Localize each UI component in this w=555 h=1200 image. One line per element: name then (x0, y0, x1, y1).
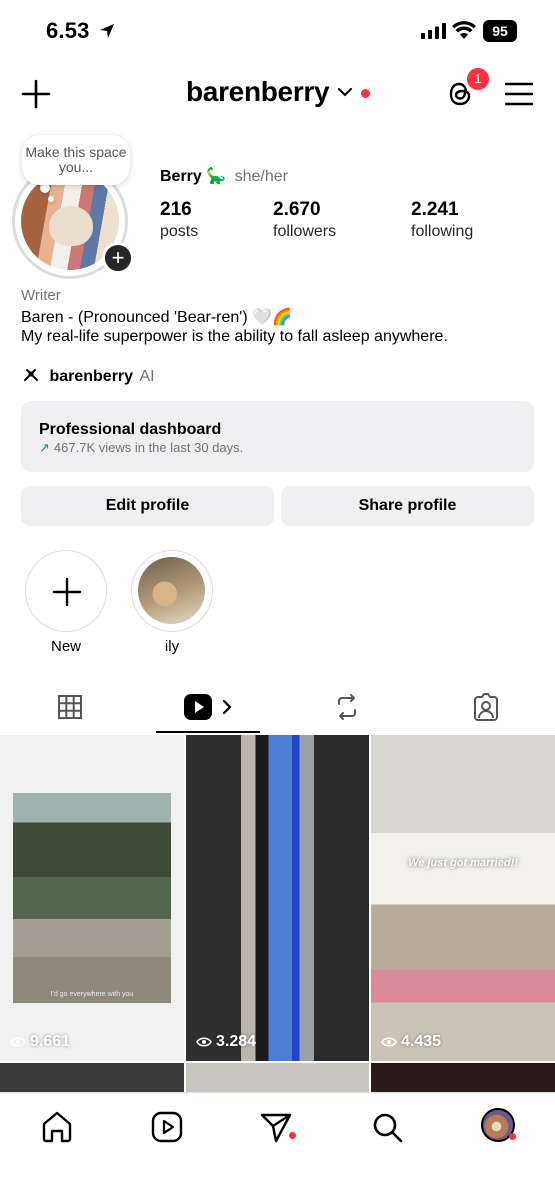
threads-link-icon (24, 369, 38, 381)
reel-view-count: 4.435 (401, 1033, 442, 1050)
reel-tile[interactable]: 3.284 (186, 735, 369, 1061)
chevron-down-icon[interactable] (337, 86, 353, 98)
reels-icon (184, 694, 212, 720)
profile-category: Writer (21, 287, 61, 304)
highlight-ily-circle (131, 550, 213, 632)
eye-icon (10, 1037, 26, 1047)
followers-count: 2.670 (273, 199, 321, 220)
reel-views: 3.284 (196, 1033, 256, 1051)
note-bubble-dot-small (48, 196, 54, 202)
reels-nav-icon[interactable] (149, 1109, 185, 1145)
bottom-navigation (0, 1092, 555, 1200)
profile-header: barenberry 1 (0, 62, 555, 126)
profile-tabs (0, 680, 555, 734)
status-time: 6.53 (46, 18, 90, 43)
plus-icon (52, 577, 82, 607)
posts-count: 216 (160, 199, 192, 220)
display-name-row: Berry 🦕 she/her (160, 166, 288, 186)
tab-reposts[interactable] (297, 680, 397, 734)
reel-tile[interactable] (371, 1063, 555, 1092)
highlight-ily[interactable]: ily (131, 550, 213, 655)
chevron-right-icon (222, 699, 232, 715)
bio-line-1: Baren - (Pronounced 'Bear-ren') 🤍🌈 (21, 309, 292, 326)
highlight-ily-cover (138, 557, 205, 624)
highlight-ily-label: ily (164, 638, 180, 655)
status-bar: 6.53 95 (0, 0, 555, 62)
active-tab-indicator (156, 731, 260, 733)
edit-profile-button[interactable]: Edit profile (21, 486, 274, 526)
posts-stat[interactable]: 216 posts (160, 199, 198, 241)
followers-stat[interactable]: 2.670 followers (273, 199, 336, 241)
battery-indicator: 95 (483, 20, 517, 42)
username-title[interactable]: barenberry (186, 76, 330, 108)
following-label: following (411, 223, 474, 240)
professional-dashboard-card[interactable]: Professional dashboard ↗ 467.7K views in … (21, 401, 534, 472)
send-icon[interactable] (258, 1109, 294, 1145)
eye-icon (196, 1037, 212, 1047)
tab-tagged[interactable] (436, 680, 536, 734)
profile-notification-dot (509, 1133, 516, 1140)
messages-notification-dot (289, 1132, 296, 1139)
grid-icon (58, 695, 82, 719)
followers-label: followers (273, 223, 337, 240)
highlight-new[interactable]: New (25, 550, 107, 655)
cellular-signal-icon (421, 23, 446, 39)
menu-icon[interactable] (505, 81, 533, 107)
threads-link[interactable]: barenberry AI (21, 366, 155, 386)
share-profile-button[interactable]: Share profile (281, 486, 534, 526)
account-notification-dot (361, 89, 370, 98)
reels-grid: I'd go everywhere with you 9.661 3.284 W… (0, 735, 555, 1092)
note-bubble[interactable]: Make this space you... (22, 135, 130, 185)
home-icon[interactable] (39, 1109, 75, 1145)
threads-notification-badge: 1 (466, 67, 490, 91)
reel-views: 9.661 (10, 1033, 70, 1051)
reel-tile[interactable]: We just got married!! 4.435 (371, 735, 555, 1061)
reel-caption: We just got married!! (408, 857, 518, 869)
location-arrow-icon (100, 24, 114, 38)
reel-view-count: 3.284 (216, 1033, 257, 1050)
reposts-icon (338, 694, 356, 720)
wifi-icon (452, 21, 476, 39)
search-icon[interactable] (369, 1109, 405, 1145)
bio-line-2: My real-life superpower is the ability t… (21, 328, 448, 345)
tagged-icon (474, 693, 498, 721)
plus-icon[interactable] (20, 78, 52, 110)
highlight-new-label: New (50, 638, 81, 655)
following-stat[interactable]: 2.241 following (411, 199, 473, 241)
highlight-new-circle (25, 550, 107, 632)
tab-reels[interactable] (156, 680, 260, 734)
posts-label: posts (160, 223, 199, 240)
tab-grid[interactable] (20, 680, 120, 734)
threads-ai-label: AI (139, 368, 155, 385)
threads-handle: barenberry (49, 368, 134, 385)
pronouns: she/her (234, 168, 288, 185)
reel-view-count: 9.661 (30, 1033, 71, 1050)
reel-tile[interactable] (0, 1063, 184, 1092)
display-name: Berry 🦕 (160, 168, 227, 185)
dashboard-title: Professional dashboard (39, 421, 222, 438)
trend-up-arrow-icon: ↗ (39, 440, 50, 455)
reel-views: 4.435 (381, 1033, 441, 1051)
dashboard-subtitle: 467.7K views in the last 30 days. (53, 440, 244, 455)
eye-icon (381, 1037, 397, 1047)
reel-caption: I'd go everywhere with you (50, 991, 134, 998)
reel-thumbnail (13, 793, 171, 1003)
dashboard-subtitle-row: ↗ 467.7K views in the last 30 days. (39, 440, 243, 456)
reel-tile[interactable] (186, 1063, 369, 1092)
add-story-plus-icon[interactable]: + (102, 242, 134, 274)
reel-tile[interactable]: I'd go everywhere with you 9.661 (0, 735, 184, 1061)
following-count: 2.241 (411, 199, 459, 220)
